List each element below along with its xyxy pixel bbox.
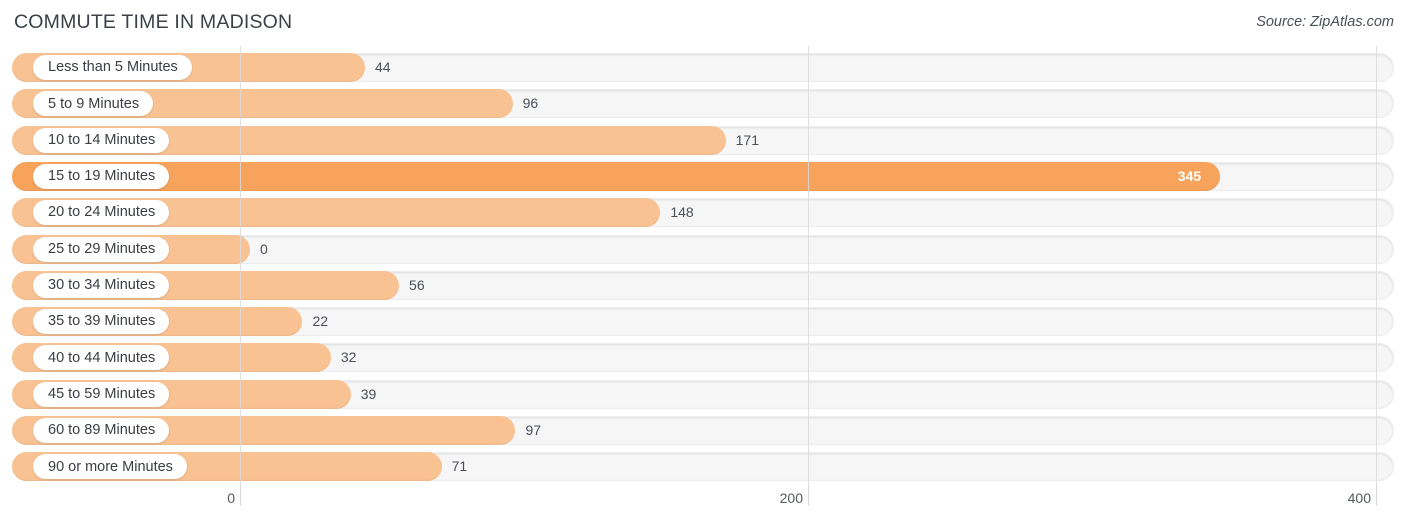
bar-category-label-text: 90 or more Minutes <box>48 458 173 475</box>
bar-category-label-text: 30 to 34 Minutes <box>48 277 156 294</box>
axis-tickmark <box>808 486 809 506</box>
bar-value-label: 71 <box>451 458 468 475</box>
bar-value-label: 96 <box>522 95 539 112</box>
table-row[interactable]: 40 to 44 Minutes 32 <box>12 343 1394 373</box>
bar-category-label-text: 10 to 14 Minutes <box>48 131 156 148</box>
table-row[interactable]: 35 to 39 Minutes 22 <box>12 307 1394 337</box>
bar-category-label: 10 to 14 Minutes <box>33 127 170 153</box>
x-axis: 0 200 400 <box>0 486 1406 524</box>
bar-category-label-text: 25 to 29 Minutes <box>48 240 156 257</box>
chart-plot-area: Less than 5 Minutes 44 5 to 9 Minutes 96 10 … <box>0 46 1406 486</box>
bar-value-label: 345 <box>1177 167 1202 184</box>
bar-value-label: 148 <box>670 204 694 221</box>
bar-category-label-text: Less than 5 Minutes <box>48 59 178 76</box>
bar-category-label: 90 or more Minutes <box>33 454 187 480</box>
table-row[interactable]: 25 to 29 Minutes 0 <box>12 234 1394 264</box>
x-axis-tick-label: 400 <box>1347 490 1371 506</box>
x-axis-tick-label: 200 <box>779 490 803 506</box>
bar-category-label-text: 45 to 59 Minutes <box>48 385 156 402</box>
bar-category-label: 45 to 59 Minutes <box>33 381 170 407</box>
bar-category-label: 15 to 19 Minutes <box>33 163 170 189</box>
bar-value-label: 171 <box>735 131 759 148</box>
bar-category-label-text: 40 to 44 Minutes <box>48 349 156 366</box>
bar-category-label-text: 60 to 89 Minutes <box>48 422 156 439</box>
bar-category-label-text: 5 to 9 Minutes <box>48 95 140 112</box>
table-row[interactable]: 10 to 14 Minutes 171 <box>12 125 1394 155</box>
bar-category-label-text: 35 to 39 Minutes <box>48 313 156 330</box>
bar-category-label: 60 to 89 Minutes <box>33 418 170 443</box>
bar-category-label: 40 to 44 Minutes <box>33 345 170 371</box>
bar-category-label: 5 to 9 Minutes <box>33 91 154 117</box>
bar-category-label: 30 to 34 Minutes <box>33 272 170 298</box>
table-row[interactable]: 15 to 19 Minutes 345 <box>12 161 1394 191</box>
bar-value-label: 32 <box>340 349 357 366</box>
table-row[interactable]: 60 to 89 Minutes 97 <box>12 416 1394 445</box>
bar-category-label: 20 to 24 Minutes <box>33 200 170 226</box>
bar-value-label: 97 <box>525 422 542 438</box>
bar-category-label-text: 15 to 19 Minutes <box>48 168 156 185</box>
bar-category-label: 25 to 29 Minutes <box>33 236 170 262</box>
bar-category-label: Less than 5 Minutes <box>33 55 192 80</box>
table-row[interactable]: 30 to 34 Minutes 56 <box>12 270 1394 300</box>
axis-tickmark <box>240 486 241 506</box>
table-row[interactable]: Less than 5 Minutes 44 <box>12 53 1394 82</box>
table-row[interactable]: 90 or more Minutes 71 <box>12 452 1394 482</box>
bar[interactable] <box>12 161 1220 191</box>
bar-category-label: 35 to 39 Minutes <box>33 309 170 335</box>
bar-category-label-text: 20 to 24 Minutes <box>48 204 156 221</box>
bar-value-label: 22 <box>312 313 329 330</box>
x-axis-tick-label: 0 <box>227 490 235 506</box>
axis-tickmark <box>1376 486 1377 506</box>
bar-value-label: 56 <box>409 276 425 293</box>
chart-header: COMMUTE TIME IN MADISON Source: ZipAtlas… <box>0 0 1406 46</box>
source-attribution: Source: ZipAtlas.com <box>1256 14 1394 30</box>
table-row[interactable]: 45 to 59 Minutes 39 <box>12 379 1394 409</box>
bar-value-label: 0 <box>260 240 268 257</box>
bar-value-label: 39 <box>360 385 377 402</box>
page-title: COMMUTE TIME IN MADISON <box>14 11 293 33</box>
table-row[interactable]: 5 to 9 Minutes 96 <box>12 89 1394 119</box>
table-row[interactable]: 20 to 24 Minutes 148 <box>12 198 1394 228</box>
bar-value-label: 44 <box>374 59 391 75</box>
bar-rows: Less than 5 Minutes 44 5 to 9 Minutes 96 10 … <box>0 46 1406 486</box>
